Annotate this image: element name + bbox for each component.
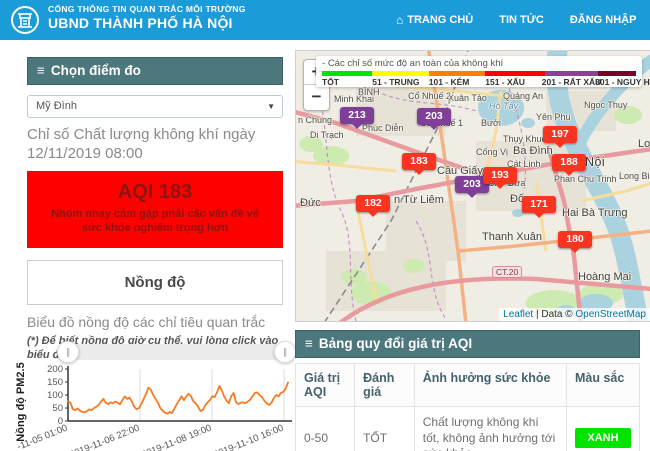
y-tick-label: 50 [52, 403, 63, 414]
hamburger-icon: ≡ [37, 63, 45, 78]
x-tick-label: 2019-11-08 19:00 [140, 423, 213, 451]
map-place-label: Xuân Tảo [448, 93, 487, 103]
y-tick-label: 200 [47, 364, 63, 375]
map-place-label: Đức [300, 197, 321, 209]
site-title-line2: UBND THÀNH PHỐ HÀ NỘI [48, 15, 246, 31]
color-cell: XANH [566, 407, 639, 451]
aqi-conversion-panel: ≡ Bảng quy đổi giá trị AQI Giá trị AQIĐán… [295, 330, 640, 451]
aqi-marker[interactable]: 182 [356, 195, 390, 212]
map-place-label: n Từ Liêm [394, 194, 444, 206]
map-place-label: Minh Khai [334, 94, 374, 104]
legend-label: 301 - NGUY HẠI [595, 77, 650, 87]
osm-link[interactable]: OpenStreetMap [575, 309, 646, 320]
road-badge: CT.20 [492, 266, 522, 278]
map-place-label: Ngọc Thụy [584, 100, 627, 110]
map-place-label: Bưởi [481, 118, 501, 128]
aqi-table-column-header: Màu sắc [566, 364, 639, 407]
main-nav: ⌂TRANG CHỦTIN TỨCĐĂNG NHẬPENGLISH [396, 0, 650, 40]
nav-item-0[interactable]: ⌂TRANG CHỦ [396, 13, 473, 27]
aqi-value-box: AQI 183 Nhóm nhạy cảm gặp phải các vấn đ… [27, 171, 283, 249]
slider-handle-right[interactable]: ∥ [274, 341, 296, 363]
nav-item-1[interactable]: TIN TỨC [499, 14, 544, 26]
hanoi-portal-logo [10, 5, 40, 35]
map-attribution: Leaflet | Data © OpenStreetMap [499, 308, 650, 321]
aqi-marker[interactable]: 213 [340, 107, 374, 124]
chevron-down-icon: ▼ [267, 96, 275, 117]
y-axis-label: Nồng độ PM2.5 [15, 362, 27, 441]
map-place-label: Hồ Tây [489, 101, 518, 111]
site-title: CỔNG THÔNG TIN QUAN TRẮC MÔI TRƯỜNG UBND… [48, 5, 246, 31]
legend-title: - Các chỉ số mức độ an toàn của không kh… [322, 58, 636, 69]
x-tick-label: 2019-11-10 16:00 [212, 423, 285, 451]
map-place-label: Long [638, 138, 650, 150]
pm25-chart-svg[interactable]: 050100150200-11-05 01:002019-11-06 22:00… [10, 362, 295, 451]
aqi-table-column-header: Giá trị AQI [296, 364, 355, 407]
nav-item-2[interactable]: ĐĂNG NHẬP [570, 14, 637, 26]
map-place-label: Phúc Diễn [362, 123, 404, 133]
station-select[interactable]: Mỹ Đình ▼ [27, 95, 283, 118]
legend-labels: TỐT 51 - TRUNG 101 - KÉM 151 - XẤU 201 - RẤT… [322, 76, 636, 87]
aqi-table-title: Bảng quy đổi giá trị AQI [319, 336, 472, 351]
pm25-series-line [68, 383, 288, 414]
map-place-label: Thanh Xuân [482, 231, 542, 243]
aqi-map[interactable]: BÌNHMinh KhaiCổ Nhuế 2Xuân Tảon ChungDi … [295, 50, 650, 322]
map-place-label: Hoàng Mai [578, 271, 631, 283]
station-panel-title: Chọn điểm đo [51, 63, 141, 78]
map-place-label: Ba Đình [513, 145, 553, 157]
station-panel-header: ≡ Chọn điểm đo [27, 57, 283, 85]
leaflet-link[interactable]: Leaflet [503, 309, 533, 320]
pm25-chart: ∥ ∥ 050100150200-11-05 01:002019-11-06 2… [10, 340, 295, 451]
site-title-line1: CỔNG THÔNG TIN QUAN TRẮC MÔI TRƯỜNG [48, 5, 246, 15]
chart-range-slider[interactable]: ∥ ∥ [68, 344, 285, 360]
hamburger-icon: ≡ [305, 336, 313, 351]
map-place-label: Hai Bà Trưng [562, 207, 627, 219]
map-place-label: n Chung [298, 115, 332, 125]
legend-label: 51 - TRUNG [372, 77, 419, 87]
x-tick-label: 2019-11-06 22:00 [68, 423, 141, 451]
map-place-label: Thụy Khuê [503, 134, 547, 144]
table-row: 0-50TỐTChất lượng không khí tốt, không ả… [296, 407, 640, 451]
aqi-range-cell: 0-50 [296, 407, 355, 451]
aqi-marker[interactable]: 183 [402, 153, 436, 170]
zoom-out-button[interactable]: − [304, 85, 329, 110]
aqi-marker[interactable]: 180 [558, 231, 592, 248]
aqi-table-column-header: Đánh giá [355, 364, 415, 407]
aqi-legend: - Các chỉ số mức độ an toàn của không kh… [316, 56, 642, 87]
legend-label: 101 - KÉM [429, 77, 470, 87]
station-panel: ≡ Chọn điểm đo Mỹ Đình ▼ Chỉ số Chất lượn… [27, 57, 283, 363]
slider-handle-left[interactable]: ∥ [57, 341, 79, 363]
aqi-description: Nhóm nhạy cảm gặp phải các vấn đề về sức… [41, 207, 269, 237]
y-tick-label: 100 [47, 390, 63, 401]
concentration-button[interactable]: Nồng độ [27, 260, 283, 305]
legend-label: TỐT [322, 77, 339, 87]
health-effect-cell: Chất lượng không khí tốt, không ảnh hưởn… [414, 407, 566, 451]
legend-label: 201 - RẤT XẤU [542, 77, 602, 87]
top-header: CỔNG THÔNG TIN QUAN TRẮC MÔI TRƯỜNG UBND… [0, 0, 650, 40]
rating-cell: TỐT [355, 407, 415, 451]
map-place-label: Long Biên [619, 171, 650, 181]
aqi-date-text: Chỉ số Chất lượng không khí ngày 12/11/2… [27, 126, 283, 164]
legend-label: 151 - XẤU [485, 77, 525, 87]
aqi-marker[interactable]: 193 [483, 167, 517, 184]
aqi-table-header: ≡ Bảng quy đổi giá trị AQI [295, 330, 640, 358]
station-select-value: Mỹ Đình [36, 100, 77, 112]
aqi-marker[interactable]: 203 [417, 108, 451, 125]
map-place-label: Di Trạch [310, 130, 344, 140]
color-badge: XANH [575, 428, 631, 448]
map-place-label: Cống Vị [476, 147, 508, 157]
aqi-marker[interactable]: 171 [522, 196, 556, 213]
map-place-label: Quảng An [503, 91, 543, 101]
map-place-label: Cổ Nhuế 2 [408, 91, 451, 101]
y-tick-label: 150 [47, 377, 63, 388]
aqi-conversion-table: Giá trị AQIĐánh giáẢnh hưởng sức khỏeMàu… [295, 363, 640, 451]
aqi-marker[interactable]: 188 [552, 154, 586, 171]
legend-toggle-icon[interactable]: - [322, 58, 325, 69]
chart-caption: Biểu đồ nồng độ các chỉ tiêu quan trắc [27, 314, 283, 330]
map-place-label: Yên Phụ [536, 112, 571, 122]
aqi-table-column-header: Ảnh hưởng sức khỏe [414, 364, 566, 407]
home-icon: ⌂ [396, 13, 403, 27]
aqi-value: AQI 183 [41, 181, 269, 204]
aqi-marker[interactable]: 197 [543, 126, 577, 143]
